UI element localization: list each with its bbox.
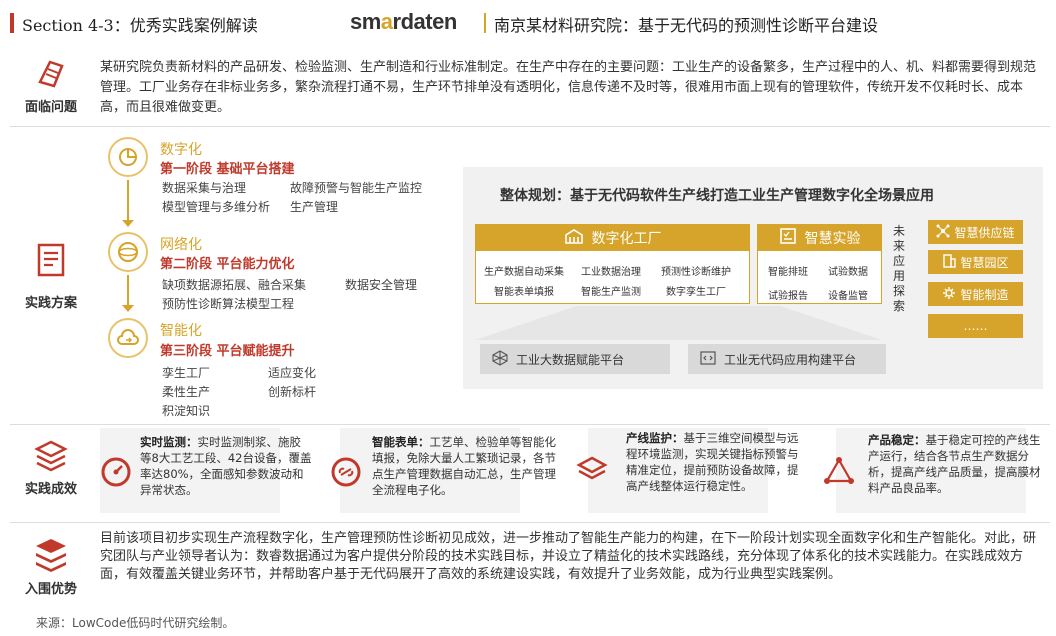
result-card-text: 实时监测：实时监测制浆、施胶等8大工艺工段、42台设备，覆盖率达80%，全面感知… bbox=[140, 435, 312, 497]
results-label: 实践成效 bbox=[24, 482, 77, 497]
digital-factory-panel: 数字化工厂 生产数据自动采集 工业数据治理 预测性诊断维护 智能表单填报 智能生… bbox=[475, 224, 750, 304]
stage-item: 孪生工厂 bbox=[162, 366, 211, 380]
source-note: 来源：LowCode低码时代研究绘制。 bbox=[36, 616, 235, 630]
stage-subtitle: 第三阶段 平台赋能提升 bbox=[160, 344, 295, 359]
factory-item: 智能表单填报 bbox=[494, 287, 554, 298]
factory-item: 预测性诊断维护 bbox=[661, 267, 731, 278]
network-icon bbox=[936, 224, 950, 241]
stage-title: 智能化 bbox=[160, 323, 202, 339]
stage-item: 缺项数据源拓展、融合采集 bbox=[162, 278, 307, 292]
result-card-text: 产线监护：基于三维空间模型与远程环境监测，实现关键指标预警与精准定位，提前预防设… bbox=[626, 431, 799, 493]
practice-label: 实践方案 bbox=[24, 296, 77, 311]
problem-text: 某研究院负责新材料的产品研发、检验监测、生产制造和行业标准制定。在生产中存在的主… bbox=[100, 60, 1037, 115]
stage-title: 数字化 bbox=[160, 142, 202, 158]
result-card-line-monitor: 产线监护：基于三维空间模型与远程环境监测，实现关键指标预警与精准定位，提前预防设… bbox=[576, 428, 816, 513]
stage-item: 适应变化 bbox=[268, 366, 317, 380]
result-card-product-stability: 产品稳定：基于稳定可控的产线生产运行，结合各节点生产数据分析，提高产线产品质量，… bbox=[822, 428, 1048, 513]
stage-item: 模型管理与多维分析 bbox=[162, 200, 271, 214]
big-data-platform: 工业大数据赋能平台 bbox=[480, 344, 670, 374]
timeline-connector bbox=[127, 180, 129, 220]
advantage-text: 目前该项目初步实现生产流程数字化，生产管理预防性诊断初见成效，进一步推动了智能生… bbox=[100, 531, 1037, 582]
code-window-icon bbox=[700, 350, 716, 368]
factory-icon bbox=[564, 228, 584, 248]
link-icon bbox=[330, 456, 362, 492]
advantage-icon bbox=[10, 536, 92, 576]
stage-item: 故障预警与智能生产监控 bbox=[290, 181, 423, 195]
globe-icon bbox=[108, 232, 148, 272]
lab-item: 智能排班 bbox=[768, 267, 808, 278]
triangle-nodes-icon bbox=[824, 456, 854, 490]
factory-item: 工业数据治理 bbox=[581, 267, 641, 278]
stage-item: 柔性生产 bbox=[162, 385, 211, 399]
stage-subtitle: 第二阶段 平台能力优化 bbox=[160, 257, 295, 272]
problem-label: 面临问题 bbox=[24, 100, 77, 115]
digital-factory-header: 数字化工厂 bbox=[476, 225, 749, 251]
cloud-icon bbox=[108, 318, 148, 358]
result-card-text: 产品稳定：基于稳定可控的产线生产运行，结合各节点生产数据分析，提高产线产品质量，… bbox=[868, 433, 1041, 495]
future-exploration-label: 未来应用探索 bbox=[892, 224, 905, 313]
practice-icon bbox=[10, 242, 92, 282]
factory-item: 生产数据自动采集 bbox=[484, 267, 564, 278]
app-more: …… bbox=[928, 314, 1023, 338]
problem-icon bbox=[10, 56, 92, 94]
stage-item: 预防性诊断算法模型工程 bbox=[162, 297, 295, 311]
section-title: Section 4-3：优秀实践案例解读 bbox=[22, 16, 258, 35]
advantage-label: 入围优势 bbox=[24, 582, 77, 597]
result-card-text: 智能表单：工艺单、检验单等智能化填报，免除大量人工繁琐记录，各节点生产管理数据自… bbox=[372, 435, 556, 497]
result-card-smart-form: 智能表单：工艺单、检验单等智能化填报，免除大量人工繁琐记录，各节点生产管理数据自… bbox=[330, 428, 570, 513]
factory-item: 数字孪生工厂 bbox=[666, 287, 726, 298]
stage-item: 生产管理 bbox=[290, 200, 339, 214]
nocode-platform: 工业无代码应用构建平台 bbox=[688, 344, 886, 374]
stage-title: 网络化 bbox=[160, 237, 202, 253]
project-title: 南京某材料研究院：基于无代码的预测性诊断平台建设 bbox=[494, 16, 879, 35]
lab-item: 设备监管 bbox=[828, 291, 868, 302]
header-divider bbox=[484, 13, 486, 33]
timeline-arrow-icon bbox=[122, 305, 134, 312]
gear-icon bbox=[942, 286, 956, 303]
smart-lab-panel: 智慧实验 智能排班 试验数据 试验报告 设备监管 bbox=[757, 224, 882, 304]
page-header: Section 4-3：优秀实践案例解读 smardaten 南京某材料研究院：… bbox=[0, 0, 1056, 40]
checklist-icon bbox=[779, 227, 797, 249]
app-smart-park: 智慧园区 bbox=[928, 250, 1023, 274]
plan-title: 整体规划：基于无代码软件生产线打造工业生产管理数字化全场景应用 bbox=[500, 188, 934, 204]
stage-item: 数据采集与治理 bbox=[162, 181, 247, 195]
stage-subtitle: 第一阶段 基础平台搭建 bbox=[160, 162, 295, 177]
divider-line bbox=[10, 424, 1050, 425]
results-icon bbox=[10, 438, 92, 478]
stage-item: 积淀知识 bbox=[162, 404, 211, 418]
smart-lab-title: 智慧实验 bbox=[804, 231, 861, 247]
divider-line bbox=[10, 126, 1050, 127]
timeline-connector bbox=[127, 275, 129, 305]
smardaten-logo: smardaten bbox=[350, 9, 457, 34]
pie-chart-icon bbox=[108, 137, 148, 177]
digital-factory-title: 数字化工厂 bbox=[591, 231, 662, 247]
building-icon bbox=[942, 253, 957, 271]
app-smart-supply-chain: 智慧供应链 bbox=[928, 220, 1023, 244]
stage-item: 创新标杆 bbox=[268, 385, 317, 399]
lab-item: 试验数据 bbox=[828, 267, 868, 278]
gauge-icon bbox=[100, 456, 132, 492]
lab-item: 试验报告 bbox=[768, 291, 808, 302]
factory-item: 智能生产监测 bbox=[581, 287, 641, 298]
section-accent-bar bbox=[10, 13, 14, 33]
layers-icon bbox=[576, 454, 608, 490]
smart-lab-header: 智慧实验 bbox=[758, 225, 881, 251]
cube-network-icon bbox=[492, 349, 508, 369]
app-smart-manufacturing: 智能制造 bbox=[928, 282, 1023, 306]
timeline-arrow-icon bbox=[122, 220, 134, 227]
result-card-monitoring: 实时监测：实时监测制浆、施胶等8大工艺工段、42台设备，覆盖率达80%，全面感知… bbox=[100, 428, 320, 513]
divider-line bbox=[10, 522, 1050, 523]
stage-item: 数据安全管理 bbox=[345, 278, 418, 292]
